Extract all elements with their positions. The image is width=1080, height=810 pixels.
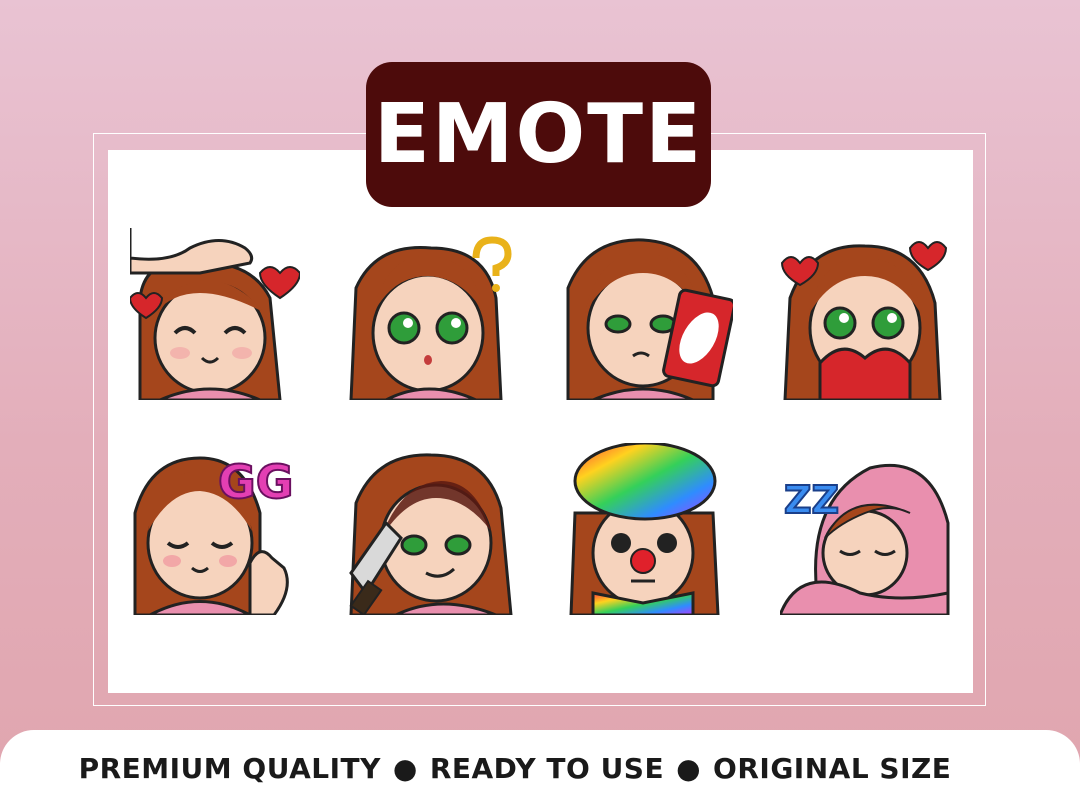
sleep-text: ZZ: [784, 478, 839, 522]
clown-emote: [563, 443, 733, 615]
confused-emote: [346, 228, 516, 400]
footer-separator: ●: [676, 752, 702, 785]
footer-item-ready: READY TO USE: [429, 752, 665, 785]
gg-emote: GG: [130, 443, 300, 615]
title-badge: EMOTE: [366, 62, 711, 207]
love-emote: [780, 228, 950, 400]
sleep-emote: ZZ: [780, 443, 950, 615]
gg-text: GG: [218, 455, 294, 509]
footer-item-quality: PREMIUM QUALITY: [78, 752, 381, 785]
footer-item-size: ORIGINAL SIZE: [713, 752, 952, 785]
knife-emote: [346, 443, 516, 615]
footer-separator: ●: [392, 752, 418, 785]
page-title: EMOTE: [373, 86, 704, 182]
reverse-card-emote: [563, 228, 733, 400]
footer-tagline: PREMIUM QUALITY ● READY TO USE ● ORIGINAL SI…: [0, 752, 1030, 785]
headpat-emote: [130, 228, 300, 400]
